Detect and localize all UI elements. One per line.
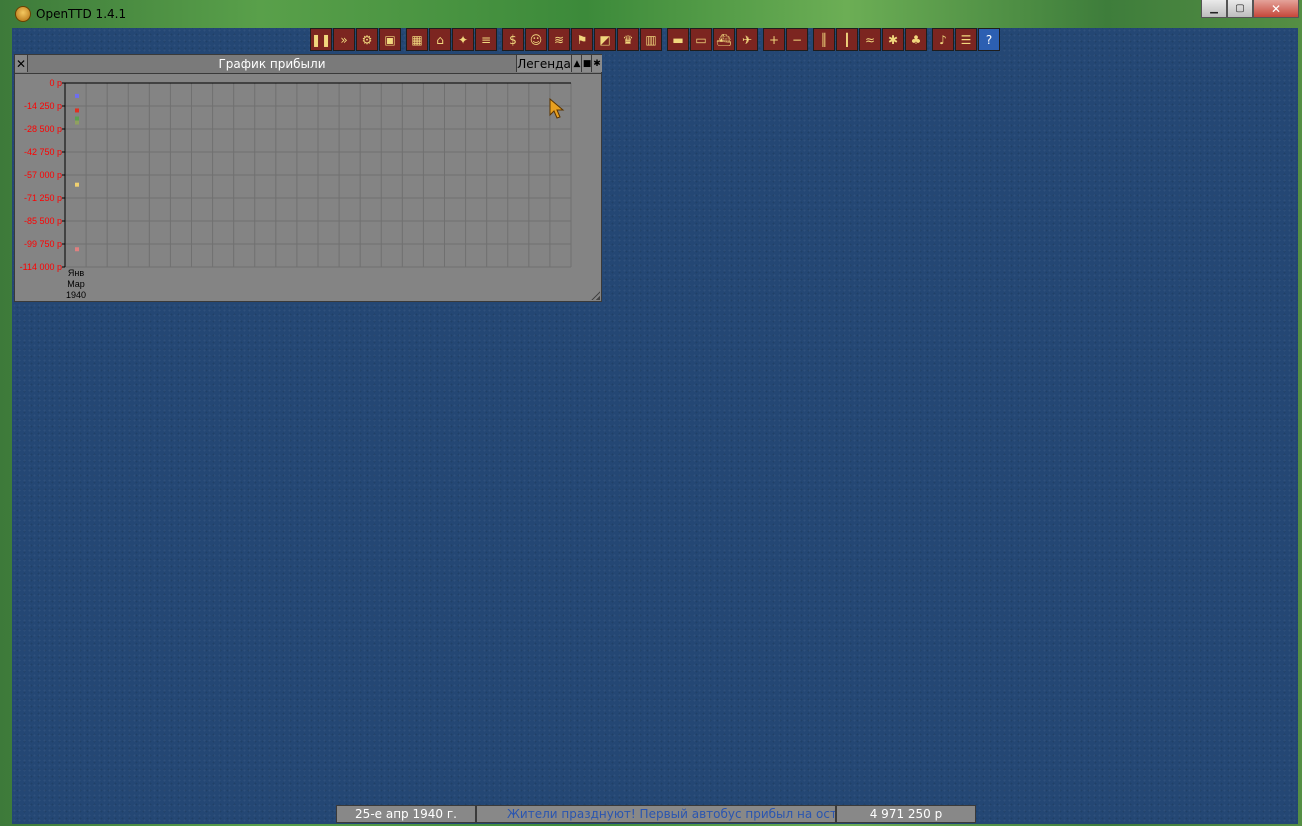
maximize-button[interactable]: ▢: [1227, 0, 1253, 18]
company-button[interactable]: ☺: [525, 28, 547, 51]
subsidies-icon: ✦: [457, 32, 469, 47]
help-icon: ?: [985, 32, 993, 47]
data-point: [75, 93, 79, 98]
minimize-button[interactable]: ▁: [1201, 0, 1227, 18]
y-tick-label: 0 р: [49, 78, 62, 88]
book-icon: ≋: [553, 32, 565, 47]
rail-icon: ║: [820, 32, 828, 47]
build-water-button[interactable]: ≈: [859, 28, 881, 51]
trophy-icon: ♛: [622, 32, 634, 47]
legend-button[interactable]: Легенда: [516, 55, 571, 72]
trains-button[interactable]: ▬: [667, 28, 689, 51]
pause-button[interactable]: ❚❚: [310, 28, 332, 51]
pause-icon: ❚❚: [310, 32, 332, 47]
build-road-button[interactable]: ┃: [836, 28, 858, 51]
disk-icon: ▣: [384, 32, 396, 47]
league-button[interactable]: ♛: [617, 28, 639, 51]
coins-icon: $: [509, 32, 517, 47]
y-tick-label: -14 250 р: [24, 101, 62, 111]
fast-forward-icon: »: [340, 32, 348, 47]
road-icon: ┃: [843, 32, 851, 47]
x-tick-label: Янв: [68, 268, 84, 278]
graph-window-titlebar[interactable]: ✕ График прибыли Легенда ▲ ■ ✱: [15, 55, 602, 74]
station-list-button[interactable]: ≡: [475, 28, 497, 51]
gear-icon: ⚙: [361, 32, 373, 47]
y-tick-label: -99 750 р: [24, 239, 62, 249]
x-tick-label: 1940: [66, 290, 86, 300]
face-icon: ☺: [529, 32, 543, 47]
window-titlebar[interactable]: OpenTTD 1.4.1 ▁ ▢ ✕: [0, 0, 1302, 28]
factory-icon: ▥: [645, 32, 657, 47]
close-window-button[interactable]: ✕: [1253, 0, 1299, 18]
road-vehicles-button[interactable]: ▭: [690, 28, 712, 51]
aircraft-button[interactable]: ✈: [736, 28, 758, 51]
ships-button[interactable]: ⛴: [713, 28, 735, 51]
window-controls: ▁ ▢ ✕: [1201, 0, 1299, 18]
map-icon: ▦: [411, 32, 423, 47]
sticky-pin-icon[interactable]: ✱: [591, 55, 602, 72]
y-tick-label: -114 000 р: [20, 262, 62, 272]
plane-icon: ✈: [741, 32, 753, 47]
game-viewport[interactable]: ❚❚ » ⚙ ▣ ▦ ⌂ ✦ ≡ $ ☺ ≋ ⚑ ◩ ♛ ▥ ▬ ▭ ⛴ ✈ + − ║ ┃ ≈ ✱ ♣ ♪ ☰? ✕ График …: [12, 28, 1298, 824]
build-rail-button[interactable]: ║: [813, 28, 835, 51]
train-icon: ▬: [672, 32, 684, 47]
town-list-button[interactable]: ⌂: [429, 28, 451, 51]
y-tick-label: -71 250 р: [24, 193, 62, 203]
x-tick-label: Мар: [67, 279, 85, 289]
subsidies-button[interactable]: ✦: [452, 28, 474, 51]
status-news-ticker[interactable]: Жители празднуют! Первый автобус прибыл …: [476, 805, 836, 823]
mouse-cursor-icon: [549, 98, 565, 119]
data-point: [75, 182, 79, 187]
profit-chart: 0 р -14 250 р -28 500 р -42 750 р -57 000 р -…: [20, 78, 572, 300]
fast-forward-button[interactable]: »: [333, 28, 355, 51]
data-point: [75, 108, 79, 113]
status-date: 25-е апр 1940 г.: [336, 805, 476, 823]
data-point: [75, 120, 79, 125]
profit-graph-window: ✕ График прибыли Легенда ▲ ■ ✱ 0 р -14 25…: [14, 54, 602, 302]
town-icon: ⌂: [436, 32, 444, 47]
flag-icon: ⚑: [576, 32, 588, 47]
status-bar: 25-е апр 1940 г. Жители празднуют! Первы…: [336, 805, 976, 823]
y-tick-label: -57 000 р: [24, 170, 62, 180]
industries-button[interactable]: ▥: [640, 28, 662, 51]
openttd-app-icon: [15, 6, 31, 22]
goals-button[interactable]: ⚑: [571, 28, 593, 51]
save-button[interactable]: ▣: [379, 28, 401, 51]
zoom-in-icon: +: [768, 32, 780, 47]
zoom-out-button[interactable]: −: [786, 28, 808, 51]
y-tick-label: -28 500 р: [24, 124, 62, 134]
list-icon: ☰: [960, 32, 972, 47]
help-button[interactable]: ?: [978, 28, 1000, 51]
settings-button[interactable]: ⚙: [356, 28, 378, 51]
water-icon: ≈: [864, 32, 876, 47]
close-icon[interactable]: ✕: [15, 55, 28, 72]
ship-icon: ⛴: [716, 32, 732, 47]
speaker-icon: ♪: [939, 32, 947, 47]
zoom-in-button[interactable]: +: [763, 28, 785, 51]
window-title: OpenTTD 1.4.1: [36, 7, 127, 21]
graph-window-title: График прибыли: [218, 56, 326, 71]
finances-button[interactable]: $: [502, 28, 524, 51]
data-point: [75, 116, 79, 121]
zoom-out-icon: −: [791, 32, 803, 47]
status-money: 4 971 250 р: [836, 805, 976, 823]
story-button[interactable]: ≋: [548, 28, 570, 51]
graphs-button[interactable]: ◩: [594, 28, 616, 51]
data-point: [75, 247, 79, 252]
graph-icon: ◩: [599, 32, 611, 47]
airport-icon: ✱: [887, 32, 899, 47]
station-icon: ≡: [480, 32, 492, 47]
os-window-frame: OpenTTD 1.4.1 ▁ ▢ ✕ ❚❚ » ⚙ ▣ ▦ ⌂ ✦ ≡ $ ☺ ≋ ⚑ ◩ ♛ ▥ ▬ ▭ ⛴ ✈…: [0, 0, 1302, 826]
y-tick-label: -42 750 р: [24, 147, 62, 157]
sound-button[interactable]: ♪: [932, 28, 954, 51]
resize-handle-icon[interactable]: [591, 291, 600, 300]
main-toolbar: ❚❚ » ⚙ ▣ ▦ ⌂ ✦ ≡ $ ☺ ≋ ⚑ ◩ ♛ ▥ ▬ ▭ ⛴ ✈ + − ║ ┃ ≈ ✱ ♣ ♪ ☰?: [310, 28, 1001, 53]
bus-icon: ▭: [695, 32, 707, 47]
messages-button[interactable]: ☰: [955, 28, 977, 51]
tree-icon: ♣: [910, 32, 922, 47]
y-tick-label: -85 500 р: [24, 216, 62, 226]
map-button[interactable]: ▦: [406, 28, 428, 51]
build-air-button[interactable]: ✱: [882, 28, 904, 51]
landscaping-button[interactable]: ♣: [905, 28, 927, 51]
